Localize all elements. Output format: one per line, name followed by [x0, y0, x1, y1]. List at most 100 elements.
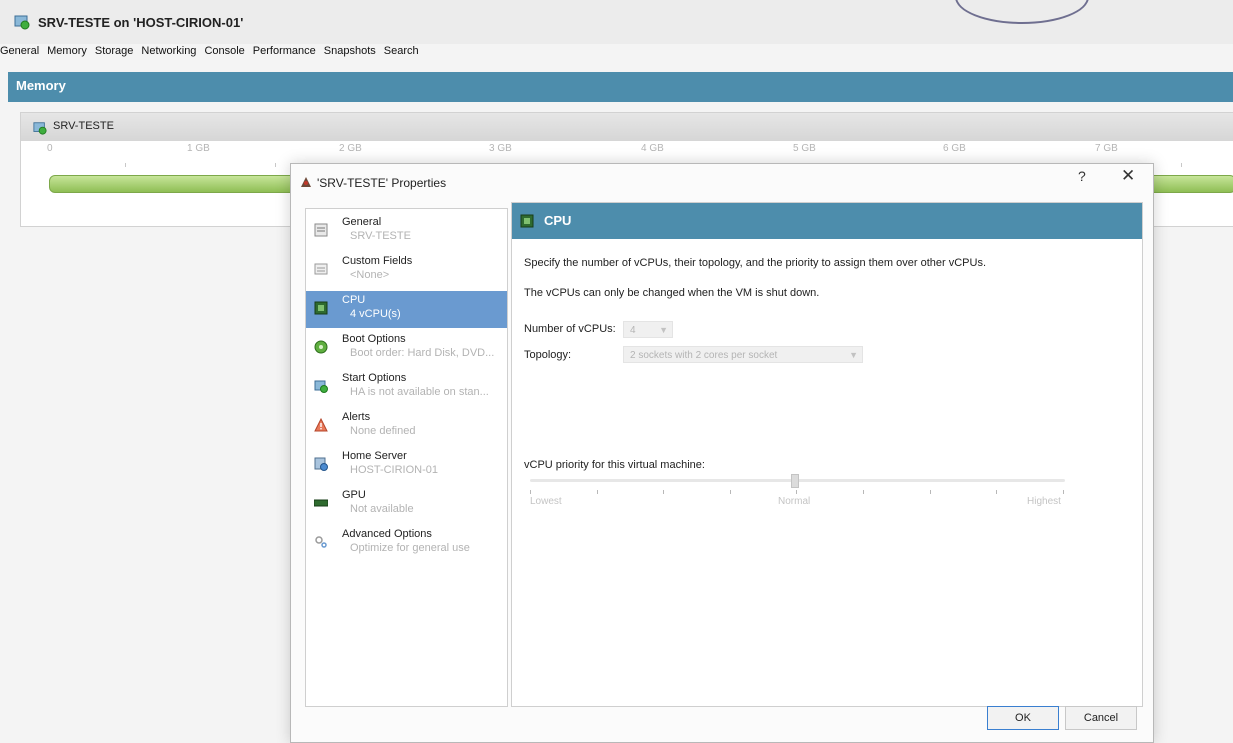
memory-tick [125, 163, 126, 167]
vm-running-icon [33, 122, 47, 135]
gpu-icon [314, 499, 328, 507]
topology-value: 2 sockets with 2 cores per socket [630, 350, 778, 361]
slider-tick [796, 490, 797, 494]
nav-item-general[interactable]: General SRV-TESTE [306, 213, 507, 250]
properties-dialog: 'SRV-TESTE' Properties ? ✕ General SRV-T… [290, 163, 1154, 743]
memory-vm-name: SRV-TESTE [53, 120, 114, 132]
nav-item-sub: <None> [350, 269, 390, 281]
vcpu-priority-slider-thumb[interactable] [791, 474, 799, 488]
properties-icon [301, 177, 311, 187]
slider-label-normal: Normal [778, 496, 811, 507]
memory-scale-label: 2 GB [339, 143, 362, 154]
tab-networking[interactable]: Networking [137, 44, 200, 62]
home-server-icon [314, 457, 328, 471]
nav-item-label: CPU [342, 294, 366, 306]
nav-item-sub: Optimize for general use [350, 542, 470, 554]
nav-item-home-server[interactable]: Home Server HOST-CIRION-01 [306, 447, 507, 484]
nav-item-label: Alerts [342, 411, 371, 423]
tab-performance[interactable]: Performance [249, 44, 320, 62]
vcpu-count-label: Number of vCPUs: [524, 323, 616, 335]
topology-label: Topology: [524, 349, 572, 361]
topology-select[interactable]: 2 sockets with 2 cores per socket ▼ [623, 346, 863, 363]
cpu-description: Specify the number of vCPUs, their topol… [524, 257, 987, 269]
tab-snapshots[interactable]: Snapshots [320, 44, 380, 62]
nav-item-sub: Not available [350, 503, 414, 515]
nav-item-label: Start Options [342, 372, 407, 384]
nav-item-start-options[interactable]: Start Options HA is not available on sta… [306, 369, 507, 406]
custom-fields-icon [314, 263, 328, 275]
nav-item-label: Home Server [342, 450, 407, 462]
slider-tick [996, 490, 997, 494]
tab-search[interactable]: Search [380, 44, 423, 62]
slider-tick [730, 490, 731, 494]
tab-memory[interactable]: Memory [43, 44, 91, 62]
memory-scale-label: 5 GB [793, 143, 816, 154]
tab-console[interactable]: Console [200, 44, 248, 62]
nav-item-label: Advanced Options [342, 528, 432, 540]
nav-item-label: GPU [342, 489, 366, 501]
slider-tick [597, 490, 598, 494]
nav-item-sub: HA is not available on stan... [350, 386, 489, 398]
nav-item-sub: HOST-CIRION-01 [350, 464, 439, 476]
nav-item-label: Boot Options [342, 333, 406, 345]
vcpu-count-select[interactable]: 4 ▼ [623, 321, 673, 338]
nav-item-sub: None defined [350, 425, 416, 437]
slider-tick [663, 490, 664, 494]
memory-scale-label: 1 GB [187, 143, 210, 154]
nav-item-label: Custom Fields [342, 255, 413, 267]
nav-item-label: General [342, 216, 382, 228]
memory-header-title: Memory [16, 78, 66, 93]
nav-item-sub: Boot order: Hard Disk, DVD... [350, 347, 495, 359]
advanced-icon [315, 536, 327, 548]
ok-button[interactable]: OK [987, 706, 1059, 730]
nav-item-cpu[interactable]: CPU 4 vCPU(s) [306, 291, 507, 328]
vcpu-priority-label: vCPU priority for this virtual machine: [524, 459, 705, 471]
nav-item-gpu[interactable]: GPU Not available [306, 486, 507, 523]
memory-tick [275, 163, 276, 167]
slider-tick [1063, 490, 1064, 494]
cpu-icon [314, 301, 328, 315]
slider-tick [863, 490, 864, 494]
memory-scale-label: 0 [47, 143, 53, 154]
chevron-down-icon: ▼ [849, 350, 858, 360]
slider-tick [930, 490, 931, 494]
slider-label-highest: Highest [1027, 496, 1061, 507]
cpu-header: CPU [512, 203, 1142, 239]
vcpu-count-value: 4 [630, 325, 636, 336]
boot-icon [314, 340, 328, 354]
cpu-icon [520, 214, 534, 228]
slider-label-lowest: Lowest [530, 496, 562, 507]
cpu-settings-panel: CPU Specify the number of vCPUs, their t… [511, 202, 1143, 707]
vm-running-icon [14, 15, 30, 30]
nav-item-boot-options[interactable]: Boot Options Boot order: Hard Disk, DVD.… [306, 330, 507, 367]
properties-nav: General SRV-TESTE Custom Fields <None> C… [305, 208, 508, 707]
memory-scale-label: 7 GB [1095, 143, 1118, 154]
dialog-title: 'SRV-TESTE' Properties [317, 176, 447, 190]
general-icon [314, 223, 328, 237]
start-icon [314, 380, 328, 393]
nav-item-sub: 4 vCPU(s) [350, 308, 401, 320]
window-title: SRV-TESTE on 'HOST-CIRION-01' [38, 15, 244, 30]
memory-vm-header: SRV-TESTE [21, 113, 1233, 141]
cpu-header-title: CPU [544, 213, 572, 228]
chevron-down-icon: ▼ [659, 325, 668, 335]
cpu-shutdown-note: The vCPUs can only be changed when the V… [524, 287, 820, 299]
memory-scale-label: 3 GB [489, 143, 512, 154]
tab-storage[interactable]: Storage [91, 44, 138, 62]
tab-bar: General Memory Storage Networking Consol… [0, 44, 423, 62]
tab-general[interactable]: General [0, 44, 43, 62]
memory-header: Memory [8, 72, 1233, 102]
help-icon[interactable]: ? [1078, 168, 1086, 184]
close-icon[interactable]: ✕ [1121, 166, 1135, 186]
memory-scale-label: 4 GB [641, 143, 664, 154]
nav-item-custom-fields[interactable]: Custom Fields <None> [306, 252, 507, 289]
cancel-button[interactable]: Cancel [1065, 706, 1137, 730]
window-titlebar: SRV-TESTE on 'HOST-CIRION-01' [0, 0, 1233, 44]
slider-tick [530, 490, 531, 494]
memory-tick [1181, 163, 1182, 167]
nav-item-alerts[interactable]: Alerts None defined [306, 408, 507, 445]
memory-scale-label: 6 GB [943, 143, 966, 154]
nav-item-sub: SRV-TESTE [350, 230, 411, 242]
nav-item-advanced-options[interactable]: Advanced Options Optimize for general us… [306, 525, 507, 562]
stamp-watermark [955, 0, 1089, 24]
